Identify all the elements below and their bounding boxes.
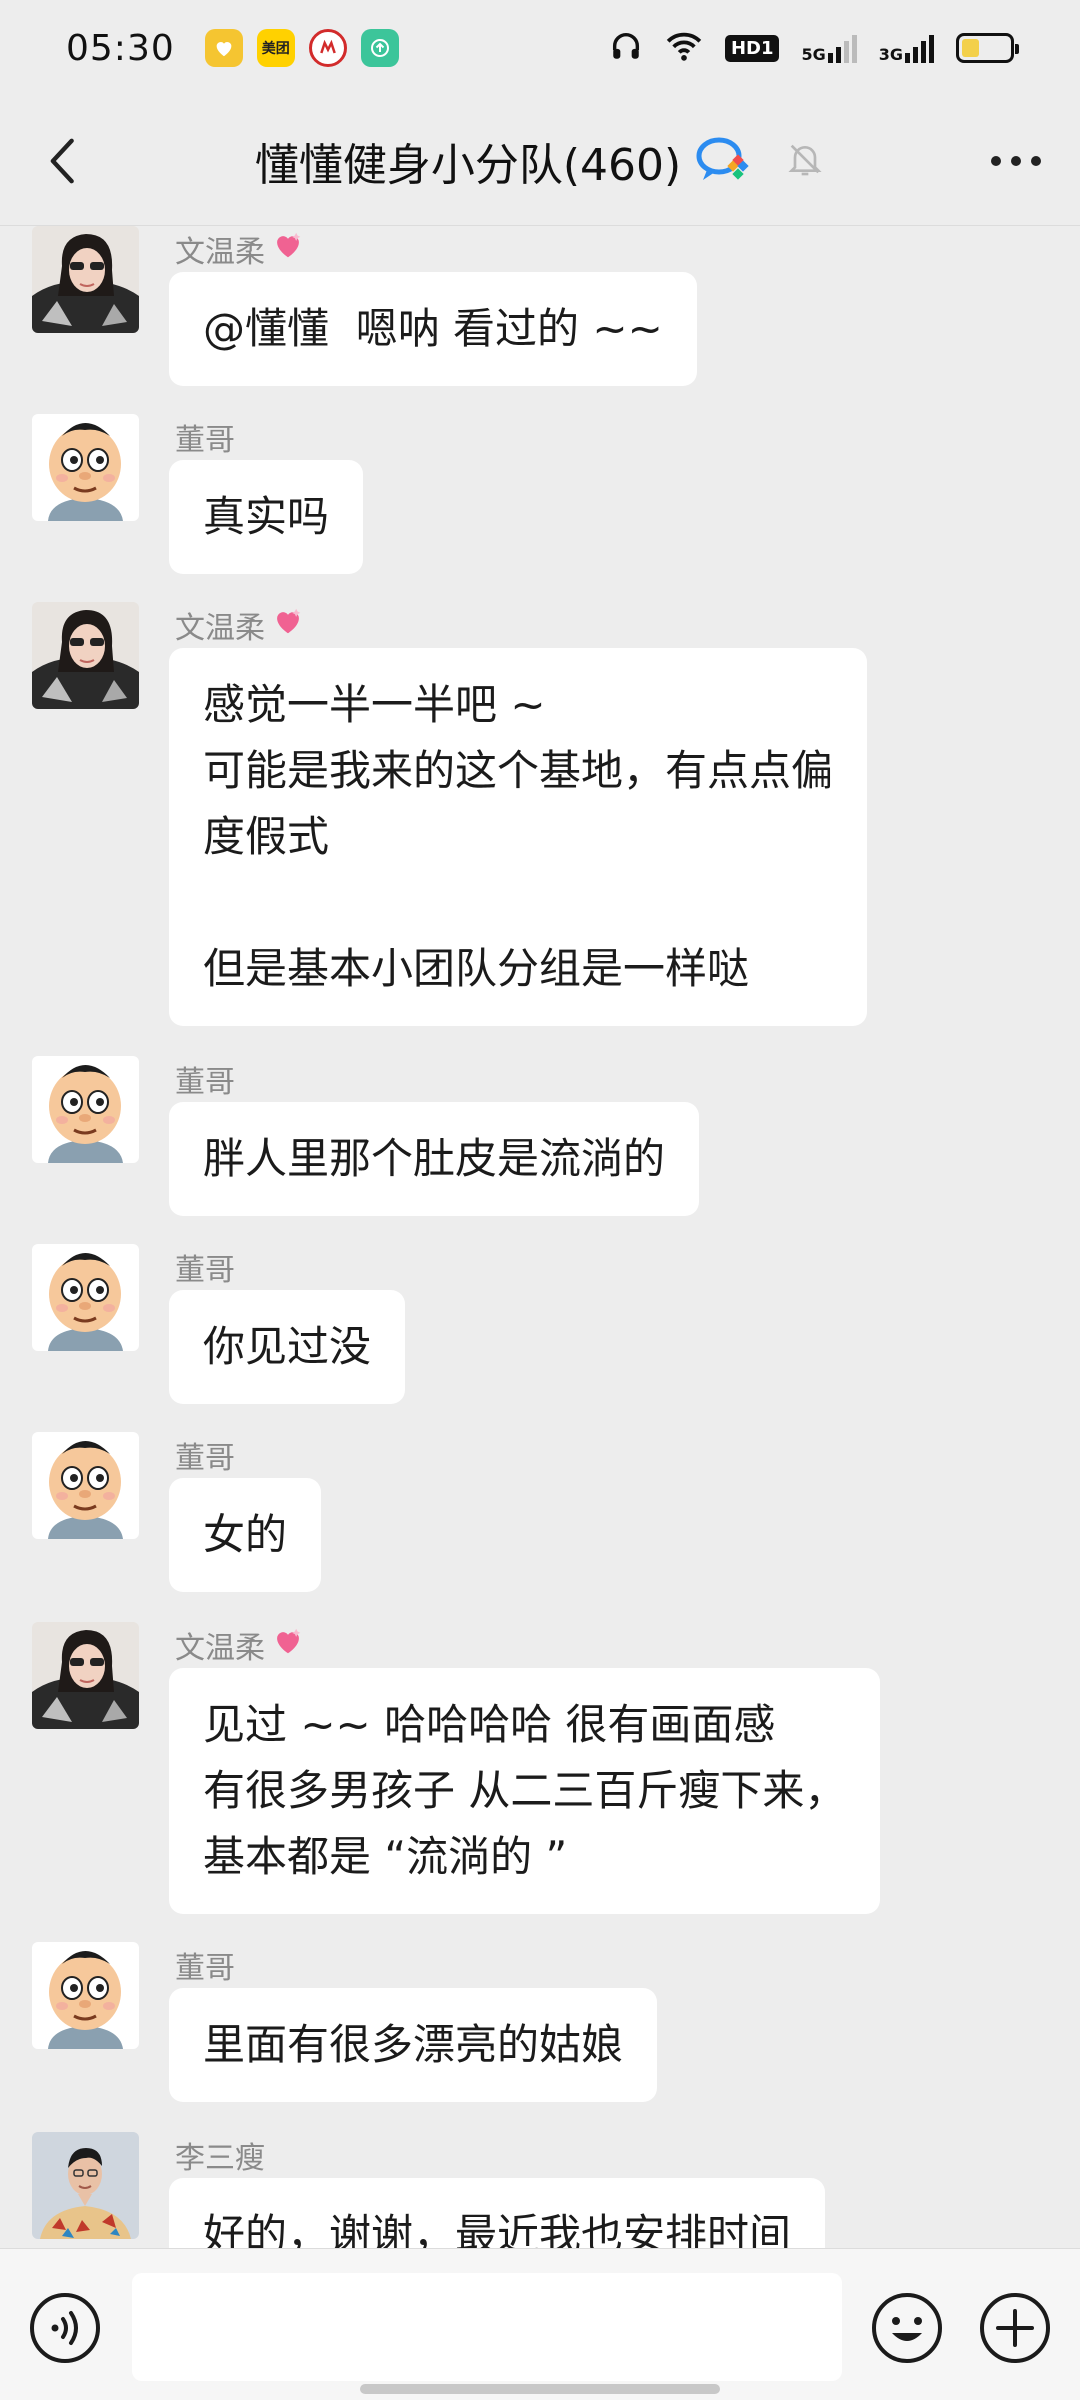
heart-icon xyxy=(271,230,305,268)
message-bubble[interactable]: 感觉一半一半吧 ~ 可能是我来的这个基地，有点点偏 度假式 但是基本小团队分组是… xyxy=(169,648,868,1026)
sender-name-text: 文温柔 xyxy=(175,235,265,270)
message-bubble[interactable]: 真实吗 xyxy=(169,460,364,574)
message-item: 董哥 真实吗 xyxy=(32,414,364,574)
voice-input-button[interactable] xyxy=(28,2291,102,2365)
signal-3g-label: 3G xyxy=(878,45,903,64)
message-body: 董哥 胖人里那个肚皮是流淌的 xyxy=(169,1056,700,1216)
message-bubble[interactable]: 里面有很多漂亮的姑娘 xyxy=(169,1988,658,2102)
message-bubble[interactable]: 见过 ~~ 哈哈哈哈 很有画面感 有很多男孩子 从二三百斤瘦下来， 基本都是 “… xyxy=(169,1668,881,1914)
message-bubble[interactable]: 好的，谢谢，最近我也安排时间 xyxy=(169,2178,826,2248)
message-item: 文温柔 见过 ~~ 哈哈哈哈 很有画面感 有很多男孩子 从二三百斤瘦下来， 基本… xyxy=(32,1622,881,1914)
message-body: 文温柔 感觉一半一半吧 ~ 可能是我来的这个基地，有点点偏 度假式 但是基本小团… xyxy=(169,602,868,1026)
enterprise-chat-icon xyxy=(693,132,753,190)
meituan-label: 美团 xyxy=(261,41,290,57)
more-dots-icon xyxy=(991,156,1041,166)
message-list[interactable]: 文温柔 @懂懂 嗯呐 看过的 ~~ 董哥 真实吗 文温柔 感觉一半一半吧 ~ 可… xyxy=(0,226,1080,2248)
back-button[interactable] xyxy=(28,126,98,196)
upload-app-icon xyxy=(360,29,399,67)
emoji-button[interactable] xyxy=(870,2291,944,2365)
more-options-button[interactable] xyxy=(976,126,1056,196)
heart-icon xyxy=(271,606,305,644)
chat-input-bar xyxy=(0,2248,1080,2400)
chat-title-group: 懂懂健身小分队(460) xyxy=(255,129,825,193)
message-item: 文温柔 @懂懂 嗯呐 看过的 ~~ xyxy=(32,226,697,386)
sender-name: 董哥 xyxy=(175,1441,235,1476)
signal-3g: 3G xyxy=(879,33,934,63)
sender-name: 董哥 xyxy=(175,1253,235,1288)
mute-bell-icon xyxy=(785,139,825,183)
message-item: 文温柔 感觉一半一半吧 ~ 可能是我来的这个基地，有点点偏 度假式 但是基本小团… xyxy=(32,602,868,1026)
avatar-man[interactable] xyxy=(32,2132,139,2239)
status-bar: 05:30 美团 HD1 5G 3G xyxy=(0,0,1080,96)
chat-screen: 05:30 美团 HD1 5G 3G 懂懂健身小分队(460) 文温柔 @懂懂 … xyxy=(0,0,1080,2400)
message-body: 董哥 你见过没 xyxy=(169,1244,406,1404)
hd-badge: HD1 xyxy=(724,34,780,62)
message-item: 李三瘦 好的，谢谢，最近我也安排时间 xyxy=(32,2132,826,2248)
heart-icon xyxy=(271,1626,305,1664)
message-body: 文温柔 @懂懂 嗯呐 看过的 ~~ xyxy=(169,226,697,386)
battery-icon xyxy=(956,33,1019,63)
sender-name-text: 文温柔 xyxy=(175,611,265,646)
heart-app-icon xyxy=(204,29,243,67)
avatar-woman[interactable] xyxy=(32,1622,139,1729)
status-time: 05:30 xyxy=(66,27,175,69)
sender-name: 文温柔 xyxy=(169,1622,880,1668)
sender-name: 文温柔 xyxy=(169,602,867,648)
avatar-woman[interactable] xyxy=(32,602,139,709)
message-item: 董哥 女的 xyxy=(32,1432,322,1592)
cmb-bank-app-icon xyxy=(308,29,347,67)
smiley-icon xyxy=(872,2293,942,2363)
message-item: 董哥 你见过没 xyxy=(32,1244,406,1404)
status-indicators: HD1 5G 3G xyxy=(609,29,1019,67)
message-body: 董哥 里面有很多漂亮的姑娘 xyxy=(169,1942,658,2102)
headset-icon xyxy=(609,29,643,67)
sender-name: 董哥 xyxy=(175,423,235,458)
sender-name: 李三瘦 xyxy=(175,2141,265,2176)
voice-icon xyxy=(30,2293,100,2363)
signal-5g-label: 5G xyxy=(801,45,826,64)
signal-bars-icon xyxy=(905,33,934,63)
notification-app-icons: 美团 xyxy=(204,29,399,67)
home-indicator[interactable] xyxy=(360,2384,720,2394)
meituan-app-icon: 美团 xyxy=(256,29,295,67)
message-body: 董哥 女的 xyxy=(169,1432,322,1592)
chat-title: 懂懂健身小分队(460) xyxy=(254,139,682,191)
message-bubble[interactable]: 胖人里那个肚皮是流淌的 xyxy=(169,1102,700,1216)
chevron-left-icon xyxy=(50,138,74,184)
plus-icon xyxy=(980,2293,1050,2363)
avatar-cartoon[interactable] xyxy=(32,414,139,521)
signal-5g: 5G xyxy=(801,33,857,64)
avatar-cartoon[interactable] xyxy=(32,1432,139,1539)
chat-header: 懂懂健身小分队(460) xyxy=(0,96,1080,226)
message-bubble[interactable]: 女的 xyxy=(169,1478,322,1592)
more-actions-button[interactable] xyxy=(978,2291,1052,2365)
signal-bars-icon xyxy=(827,33,857,63)
avatar-cartoon[interactable] xyxy=(32,1056,139,1163)
message-input[interactable] xyxy=(132,2273,842,2381)
message-bubble[interactable]: 你见过没 xyxy=(169,1290,406,1404)
avatar-woman[interactable] xyxy=(32,226,139,333)
sender-name: 文温柔 xyxy=(169,226,697,272)
message-bubble[interactable]: @懂懂 嗯呐 看过的 ~~ xyxy=(169,272,697,386)
avatar-cartoon[interactable] xyxy=(32,1244,139,1351)
message-body: 文温柔 见过 ~~ 哈哈哈哈 很有画面感 有很多男孩子 从二三百斤瘦下来， 基本… xyxy=(169,1622,881,1914)
sender-name: 董哥 xyxy=(175,1951,235,1986)
sender-name: 董哥 xyxy=(175,1065,235,1100)
message-item: 董哥 胖人里那个肚皮是流淌的 xyxy=(32,1056,700,1216)
wifi-icon xyxy=(665,30,703,66)
avatar-cartoon[interactable] xyxy=(32,1942,139,2049)
message-body: 董哥 真实吗 xyxy=(169,414,364,574)
message-body: 李三瘦 好的，谢谢，最近我也安排时间 xyxy=(169,2132,826,2248)
message-item: 董哥 里面有很多漂亮的姑娘 xyxy=(32,1942,658,2102)
sender-name-text: 文温柔 xyxy=(175,1631,265,1666)
